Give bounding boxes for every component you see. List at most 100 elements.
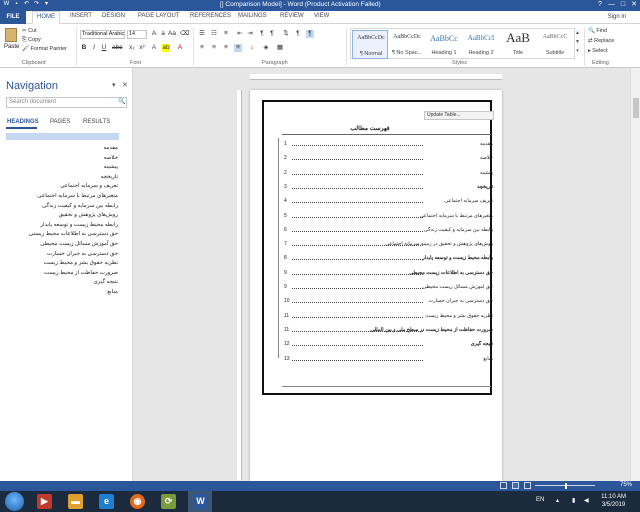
style-no-spacing[interactable]: AaBbCcDc ¶ No Spac... [389,30,425,59]
toc-entry[interactable]: 2 پیشینه [284,170,493,177]
find-button[interactable]: 🔍 Find [588,28,607,34]
nav-heading-item[interactable]: رابطه محیط زیست و توسعه پایدار [40,222,118,228]
redo-icon[interactable]: ↷ [33,1,40,8]
search-input[interactable]: Search document [6,97,127,108]
nav-heading-item[interactable]: پیشینه [104,164,118,170]
style-heading-1[interactable]: AaBbCc Heading 1 [426,30,462,59]
tab-page-layout[interactable]: PAGE LAYOUT [138,13,179,19]
nav-heading-item[interactable]: رابطه بین سرمایه و کیفیت زندگی [42,203,118,209]
tab-view[interactable]: VIEW [314,13,329,19]
select-button[interactable]: ▸ Select [588,48,608,54]
styles-scroll[interactable]: ▲ ▼ ▾ [574,29,581,56]
tab-review[interactable]: REVIEW [280,13,304,19]
superscript-icon[interactable]: x² [138,44,146,52]
style-title[interactable]: AaB Title [500,30,536,59]
sign-in-link[interactable]: Sign in [608,14,626,20]
line-spacing-icon[interactable]: ↕ [248,44,256,52]
volume-icon[interactable]: ◀ [584,497,589,504]
tab-insert[interactable]: INSERT [70,13,92,19]
update-table-button[interactable]: Update Table... [424,111,494,120]
word-taskbar-active[interactable]: W [188,491,212,512]
subscript-icon[interactable]: x₂ [128,44,136,52]
toc-entry[interactable]: 2 خلاصه [284,155,493,162]
network-icon[interactable]: ▮ [572,497,575,504]
print-layout-icon[interactable] [512,482,519,489]
increase-indent-icon[interactable]: ⇥ [246,30,254,38]
toc-entry[interactable]: 3 تاریخچه [284,184,493,191]
nav-heading-item[interactable]: حق دسترسی به جبران خسارت [47,251,118,257]
help-button[interactable]: ? [598,0,602,10]
borders-icon[interactable]: ▦ [276,44,284,52]
rtl-icon[interactable]: ¶ [268,30,276,38]
nav-heading-item[interactable]: نظریه حقوق بشر و محیط زیست [44,260,119,266]
underline-icon[interactable]: U [100,44,108,52]
firefox-icon[interactable]: ◉ [130,494,145,509]
word-icon[interactable]: W [193,494,208,509]
highlight-icon[interactable]: ab [162,44,170,52]
show-marks-icon[interactable]: ¶ [294,30,302,38]
font-size-select[interactable]: 14 [127,30,147,39]
numbering-icon[interactable]: ☷ [210,30,218,38]
toc-entry[interactable]: 13 منابع [284,356,493,363]
toc-entry[interactable]: 10 حق دسترسی به جبران خسارت [284,298,493,305]
paste-icon[interactable] [5,28,17,42]
language-indicator[interactable]: EN [536,497,544,503]
toc-entry[interactable]: 1 مقدمه [284,141,493,148]
align-right-icon[interactable]: ≡ [222,44,230,52]
start-button-icon[interactable] [5,492,24,511]
style-normal[interactable]: AaBbCcDc ¶ Normal [352,30,388,59]
tab-design[interactable]: DESIGN [102,13,125,19]
copy-button[interactable]: ⎘ Copy [22,37,41,44]
nav-heading-item[interactable]: منابع [107,289,118,295]
tab-references[interactable]: REFERENCES [190,13,231,19]
nav-heading-item[interactable]: تعریف و سرمایه اجتماعی [60,183,118,189]
shrink-font-icon[interactable]: a [159,30,167,38]
maximize-button[interactable]: □ [621,0,625,10]
nav-heading-item[interactable]: تاریخچه [101,174,118,180]
multilevel-list-icon[interactable]: ≡ [222,30,230,38]
file-explorer-icon[interactable]: ▬ [68,494,83,509]
nav-heading-item[interactable]: روش‌های پژوهش و تحقیق [59,212,118,218]
tray-arrow-icon[interactable]: ▴ [556,497,559,504]
nav-heading-item[interactable]: مقدمه [103,145,118,151]
tab-home[interactable]: HOME [32,11,60,24]
toc-entry[interactable]: 11 نظریه حقوق بشر و محیط زیست [284,313,493,320]
internet-explorer-icon[interactable]: e [99,494,114,509]
vertical-scrollbar[interactable] [630,68,640,481]
italic-icon[interactable]: I [90,44,98,52]
zoom-level[interactable]: 75% [620,482,632,488]
toc-entry[interactable]: 11 ضرورت حفاظت از محیط زیست در سطح ملی و … [284,327,493,334]
rtl-text-icon[interactable]: ¶ [306,30,314,38]
horizontal-ruler[interactable] [250,74,502,80]
save-icon[interactable]: ▪ [13,1,20,8]
tab-file[interactable]: FILE [0,11,26,24]
style-heading-2[interactable]: AaBbCcI Heading 2 [463,30,499,59]
change-case-icon[interactable]: Aa [168,30,176,38]
replace-button[interactable]: ⇄ Replace [588,38,614,44]
vertical-ruler[interactable] [237,90,242,480]
sort-icon[interactable]: ⇅ [282,30,290,38]
bold-icon[interactable]: B [80,44,88,52]
strikethrough-icon[interactable]: abc [112,44,122,52]
ltr-icon[interactable]: ¶ [258,30,266,38]
nav-heading-item[interactable]: خلاصه [104,155,118,161]
tab-mailings[interactable]: MAILINGS [238,13,267,19]
media-player-icon[interactable]: ▶ [37,494,52,509]
font-color-icon[interactable]: A [176,44,184,52]
customize-qat-icon[interactable]: ▾ [43,1,50,8]
toc-entry[interactable]: 6 رابطه بین سرمایه و کیفیت زندگی [284,227,493,234]
shading-icon[interactable]: ◈ [262,44,270,52]
tab-pages[interactable]: PAGES [50,119,70,125]
align-center-icon[interactable]: ≡ [210,44,218,52]
clear-format-icon[interactable]: ⌫ [180,30,189,38]
toc-entry[interactable]: 4 تعریف سرمایه اجتماعی [284,198,493,205]
paste-button[interactable]: Paste [4,44,19,50]
cut-button[interactable]: ✂ Cut [22,28,37,34]
nav-heading-item[interactable]: حق آموزش مسائل زیست محیطی [40,241,118,247]
nav-options-icon[interactable]: ▾ [112,81,116,89]
scroll-thumb[interactable] [633,98,639,118]
search-icon[interactable]: 🔍 [118,98,125,105]
toc-entry[interactable]: 7 روش‌های پژوهش و تحقیق در زمینه سرمایه ا… [284,241,493,248]
format-painter-button[interactable]: 🖌 Format Painter [22,46,67,52]
toc-entry[interactable]: 9 حق دسترسی به اطلاعات زیست محیطی [284,270,493,277]
